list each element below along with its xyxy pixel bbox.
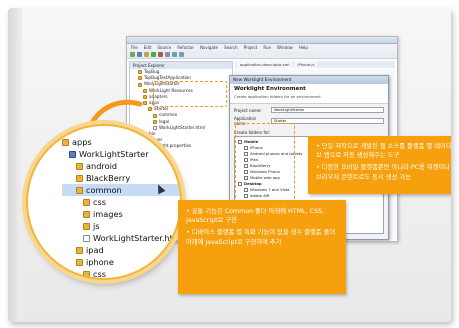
note-right: • 단일 저작으로 개발된 웹 소스를 플랫폼 별 네이티브 앱으로 자동 생성… — [308, 136, 451, 194]
magnified-tree-item[interactable]: js — [62, 220, 180, 232]
magnified-tree-label: js — [93, 221, 100, 231]
magnified-tree-item[interactable]: css — [62, 268, 180, 279]
project-name-field: Project name: WorkLightStarter — [234, 107, 384, 113]
magnified-tree: apps WorkLightStarter android BlackBerry com… — [62, 136, 182, 279]
project-name-select[interactable]: WorkLightStarter — [271, 107, 384, 113]
project-name-label: Project name: — [234, 107, 262, 113]
explorer-highlight-box — [153, 81, 227, 107]
note-left-line-2: • 디바이스 플랫폼 별 특화 기능이 있을 경우 플랫폼 폴더 아래에 Jav… — [186, 229, 336, 246]
toolbar-back-icon[interactable] — [172, 52, 177, 57]
magnified-tree-label: css — [93, 197, 107, 207]
ide-menubar: File Edit Source Refactor Navigate Search Proj… — [127, 44, 397, 51]
folder-icon — [153, 113, 157, 118]
folder-icon — [62, 138, 69, 146]
toolbar-open-icon[interactable] — [144, 52, 149, 57]
menu-item[interactable]: Search — [224, 44, 238, 51]
note-left-line-1: • 공통 기능은 Common 폴더 아래에 HTML, CSS, JavaSc… — [186, 208, 324, 225]
menu-item[interactable]: Help — [299, 44, 308, 51]
dialog-subheading: Create application folders for an enviro… — [234, 94, 321, 99]
magnified-tree-item[interactable]: css — [62, 196, 180, 208]
editor-tab[interactable]: application-descriptor.xml — [237, 61, 293, 68]
magnified-tree-item[interactable]: images — [62, 208, 180, 220]
magnified-tree-label: common — [86, 185, 122, 195]
dialog-header: Worklight Environment Create application… — [230, 84, 388, 104]
magnified-tree-label: iphone — [86, 257, 114, 267]
editor-tab[interactable]: iPhone.js — [294, 61, 318, 68]
explorer-title: Project Explorer — [130, 62, 232, 69]
menu-item[interactable]: Window — [277, 44, 293, 51]
note-right-line-1: • 단일 저작으로 개발된 웹 소스를 플랫폼 별 네이티브 앱으로 자동 생성… — [316, 143, 451, 160]
magnified-tree-item[interactable]: android — [62, 160, 180, 172]
magnified-tree-label: WorkLightStarter — [79, 149, 149, 159]
file-icon — [153, 125, 157, 130]
zoom-magnifier: apps WorkLightStarter android BlackBerry com… — [26, 124, 182, 280]
magnified-tree-item[interactable]: apps — [62, 136, 180, 148]
folder-icon — [83, 210, 90, 218]
dialog-title: New Worklight Environment — [230, 76, 388, 84]
toolbar-search-icon[interactable] — [165, 52, 170, 57]
note-right-line-2: • 다양한 모바일 플랫폼뿐만 아니라 PC용 위젯이나 브라우저 콘텐트로도 … — [316, 164, 450, 181]
folder-icon — [76, 186, 83, 194]
toolbar-new-icon[interactable] — [130, 52, 135, 57]
toolbar-run-icon[interactable] — [151, 52, 156, 57]
menu-item[interactable]: File — [131, 44, 138, 51]
magnified-tree-item[interactable]: BlackBerry — [62, 172, 180, 184]
toolbar-forward-icon[interactable] — [179, 52, 184, 57]
note-left: • 공통 기능은 Common 폴더 아래에 HTML, CSS, JavaSc… — [178, 200, 346, 294]
folder-icon — [138, 76, 142, 81]
ide-toolbar — [127, 51, 397, 59]
menu-item[interactable]: Source — [157, 44, 171, 51]
magnified-tree-label: images — [93, 209, 123, 219]
menu-item[interactable]: Refactor — [177, 44, 194, 51]
magnified-tree-label: css — [93, 269, 107, 279]
magnified-tree-label: apps — [72, 137, 92, 147]
toolbar-save-icon[interactable] — [137, 52, 142, 57]
magnified-tree-item[interactable]: iphone — [62, 256, 180, 268]
folder-icon — [76, 162, 83, 170]
folder-icon — [83, 222, 90, 230]
folder-icon — [83, 198, 90, 206]
magnified-tree-label: ipad — [86, 245, 104, 255]
folder-icon — [83, 270, 90, 278]
menu-item[interactable]: Run — [263, 44, 271, 51]
magnified-tree-label: WorkLightStarter.html — [93, 233, 182, 243]
explorer-tree-label: WorkLightStarter.html — [159, 124, 206, 130]
folder-icon — [148, 107, 152, 112]
magnified-tree-label: android — [86, 161, 118, 171]
card-fold — [8, 8, 22, 322]
folder-icon — [138, 70, 142, 75]
file-icon — [83, 234, 90, 242]
folder-icon — [153, 119, 157, 124]
book-card: File Edit Source Refactor Navigate Search Proj… — [8, 8, 451, 322]
folder-icon — [143, 88, 147, 93]
magnified-tree-label: BlackBerry — [86, 173, 131, 183]
menu-item[interactable]: Project — [244, 44, 258, 51]
folder-icon — [138, 82, 142, 87]
folder-icon — [76, 258, 83, 266]
magnified-tree-item[interactable]: WorkLightStarter.html — [62, 232, 182, 244]
folder-icon — [76, 174, 83, 182]
magnified-tree-item[interactable]: WorkLightStarter — [62, 148, 180, 160]
toolbar-debug-icon[interactable] — [158, 52, 163, 57]
menu-item[interactable]: Edit — [144, 44, 152, 51]
menu-item[interactable]: Navigate — [200, 44, 218, 51]
folder-icon — [76, 246, 83, 254]
magnified-tree-item[interactable]: ipad — [62, 244, 180, 256]
editor-tabs: application-descriptor.xml iPhone.js — [235, 61, 395, 68]
ide-titlebar — [127, 37, 397, 44]
project-icon — [69, 150, 76, 158]
dialog-heading: Worklight Environment — [234, 86, 306, 92]
